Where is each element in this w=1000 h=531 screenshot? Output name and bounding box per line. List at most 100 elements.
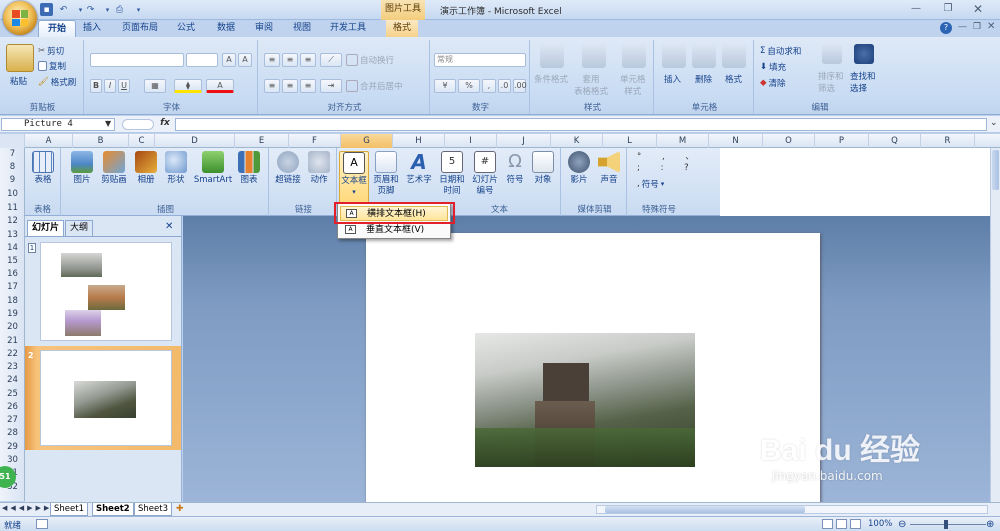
- column-header[interactable]: M: [657, 134, 709, 148]
- namebox-dropdown-icon[interactable]: ▼: [105, 119, 111, 128]
- tab-view[interactable]: 视图: [288, 20, 316, 37]
- column-header[interactable]: G: [341, 134, 393, 148]
- ribbon-minimize-icon[interactable]: —: [958, 22, 967, 32]
- row-header[interactable]: 25: [0, 389, 25, 400]
- ppt-wordart-button[interactable]: A 艺术字: [403, 151, 435, 186]
- fill-button[interactable]: ⬇ 填充: [760, 61, 786, 73]
- column-header[interactable]: K: [551, 134, 603, 148]
- zoom-slider-thumb[interactable]: [944, 520, 948, 529]
- copy-button[interactable]: 复制: [38, 60, 66, 72]
- sheet-cells-area[interactable]: [720, 148, 1000, 216]
- tab-outline[interactable]: 大纲: [65, 220, 94, 236]
- percent-button[interactable]: %: [458, 79, 480, 93]
- row-header[interactable]: 10: [0, 189, 25, 200]
- ppt-slidenum-button[interactable]: # 幻灯片 编号: [469, 151, 501, 197]
- ppt-album-button[interactable]: 相册: [133, 151, 159, 186]
- horizontal-scrollbar[interactable]: [596, 505, 988, 514]
- format-painter-button[interactable]: 🖌 格式刷: [38, 76, 76, 88]
- align-middle-button[interactable]: ≡: [282, 53, 298, 67]
- row-header[interactable]: 18: [0, 296, 25, 307]
- column-header[interactable]: C: [129, 134, 155, 148]
- paste-icon[interactable]: [6, 44, 34, 72]
- name-box[interactable]: Picture 4: [1, 118, 115, 131]
- format-table-icon[interactable]: [582, 44, 606, 68]
- select-all-corner[interactable]: [0, 134, 25, 148]
- comma-button[interactable]: ,: [482, 79, 496, 93]
- row-header[interactable]: 16: [0, 269, 25, 280]
- conditional-format-icon[interactable]: [540, 44, 564, 68]
- ppt-clipart-button[interactable]: 剪贴画: [99, 151, 129, 186]
- insert-function-icon[interactable]: fx: [158, 118, 172, 131]
- sheet-tab-1[interactable]: Sheet1: [50, 503, 88, 516]
- shrink-font-button[interactable]: A: [238, 53, 252, 67]
- insert-cells-icon[interactable]: [662, 44, 686, 68]
- ppt-symbol-button[interactable]: Ω 符号: [503, 151, 527, 186]
- row-header[interactable]: 14: [0, 243, 25, 254]
- indent-button[interactable]: ⇥: [320, 79, 342, 93]
- grow-font-button[interactable]: A: [222, 53, 236, 67]
- row-header[interactable]: 11: [0, 203, 25, 214]
- formula-bar-toggle[interactable]: [122, 119, 154, 130]
- workbook-close-icon[interactable]: ✕: [987, 21, 995, 32]
- row-header[interactable]: 9: [0, 175, 25, 186]
- border-button[interactable]: ▦: [144, 79, 166, 93]
- column-header[interactable]: O: [763, 134, 815, 148]
- increase-decimal-button[interactable]: .0: [498, 79, 511, 93]
- tab-home[interactable]: 开始: [38, 20, 76, 37]
- ppt-smartart-button[interactable]: SmartArt: [193, 151, 233, 186]
- column-header[interactable]: J: [497, 134, 551, 148]
- ppt-header-footer-button[interactable]: 页眉和 页脚: [371, 151, 401, 197]
- ppt-picture-button[interactable]: 图片: [69, 151, 95, 186]
- zoom-out-icon[interactable]: ⊖: [898, 519, 906, 530]
- horizontal-scroll-thumb[interactable]: [605, 506, 805, 513]
- tab-format[interactable]: 格式: [386, 20, 418, 37]
- sort-filter-icon[interactable]: [822, 44, 842, 64]
- symbol-row-2[interactable]: ; : ?: [637, 163, 698, 173]
- align-bottom-button[interactable]: ≡: [300, 53, 316, 67]
- row-header[interactable]: 17: [0, 282, 25, 293]
- orientation-button[interactable]: ⟋: [320, 53, 342, 67]
- column-header[interactable]: N: [709, 134, 763, 148]
- zoom-slider-track[interactable]: [910, 524, 986, 525]
- sheet-nav-arrows-icon[interactable]: ◀◀◀▶▶▶: [2, 504, 52, 512]
- column-header[interactable]: A: [25, 134, 73, 148]
- great-wall-photo[interactable]: [475, 333, 695, 467]
- cell-styles-icon[interactable]: [622, 44, 646, 68]
- cell-styles-button[interactable]: 单元格 样式: [620, 73, 646, 97]
- fill-color-button[interactable]: ⧫: [174, 79, 202, 93]
- cut-button[interactable]: ✂ 剪切: [38, 45, 64, 57]
- font-name-combo[interactable]: [90, 53, 184, 67]
- insert-sheet-icon[interactable]: ✚: [176, 504, 184, 514]
- clear-button[interactable]: ◆ 清除: [760, 77, 786, 89]
- customize-qat-icon[interactable]: ▾: [132, 3, 145, 16]
- vertical-scrollbar[interactable]: [990, 148, 1000, 502]
- restore-button[interactable]: ❐: [937, 2, 959, 16]
- scroll-thumb[interactable]: [992, 150, 999, 190]
- format-table-button[interactable]: 套用 表格格式: [574, 73, 608, 97]
- column-header[interactable]: P: [815, 134, 869, 148]
- minimize-button[interactable]: —: [905, 2, 927, 16]
- row-header[interactable]: 26: [0, 402, 25, 413]
- normal-view-icon[interactable]: [822, 519, 833, 529]
- format-cells-button[interactable]: 格式: [725, 73, 742, 85]
- page-break-view-icon[interactable]: [850, 519, 861, 529]
- delete-cells-button[interactable]: 删除: [695, 73, 712, 85]
- slide-thumbnail-1[interactable]: [40, 242, 172, 341]
- row-header[interactable]: 21: [0, 336, 25, 347]
- row-header[interactable]: 20: [0, 322, 25, 333]
- row-header[interactable]: 8: [0, 162, 25, 173]
- tab-data[interactable]: 数据: [212, 20, 240, 37]
- zoom-in-icon[interactable]: ⊕: [986, 519, 994, 530]
- ppt-sound-button[interactable]: 声音: [595, 151, 623, 186]
- help-icon[interactable]: ?: [940, 22, 952, 34]
- ppt-action-button[interactable]: 动作: [305, 151, 333, 186]
- close-button[interactable]: ✕: [967, 2, 989, 16]
- ppt-chart-button[interactable]: 图表: [235, 151, 263, 186]
- column-header[interactable]: I: [445, 134, 497, 148]
- ppt-textbox-button[interactable]: A 文本框 ▾: [339, 151, 369, 205]
- expand-formula-icon[interactable]: ⌄: [990, 118, 998, 128]
- column-header[interactable]: D: [155, 134, 235, 148]
- tab-page-layout[interactable]: 页面布局: [116, 20, 164, 37]
- find-select-button[interactable]: 查找和 选择: [850, 70, 876, 94]
- row-header[interactable]: 13: [0, 230, 25, 241]
